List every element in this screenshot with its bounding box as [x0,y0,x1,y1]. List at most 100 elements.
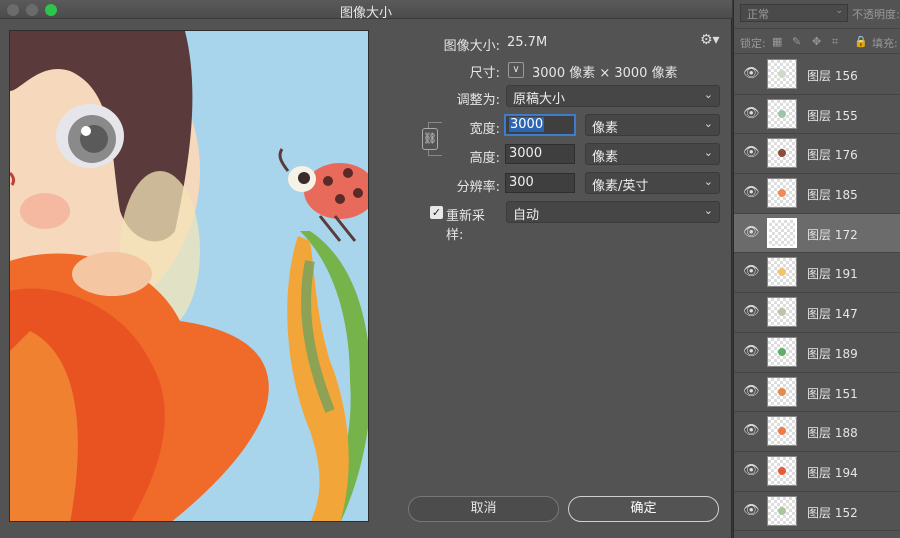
layer-name: 图层 172 [807,227,858,242]
height-unit: 像素 [592,150,619,165]
layer-row[interactable]: 👁 图层 147 [734,293,900,333]
artboard-icon[interactable]: ⌗ [832,35,838,49]
eye-icon[interactable]: 👁 [743,225,760,240]
cancel-button[interactable]: 取消 [408,496,559,522]
layer-row[interactable]: 👁 图层 185 [734,174,900,214]
layer-thumbnail[interactable] [767,297,797,328]
resolution-input[interactable]: 300 [505,173,575,193]
width-unit-select[interactable]: 像素 ⌄ [585,114,720,136]
layer-thumbnail[interactable] [767,257,797,288]
layer-name: 图层 194 [807,465,858,480]
window-title: 图像大小 [339,6,392,21]
resolution-value: 300 [509,175,534,190]
eye-icon[interactable]: 👁 [743,463,760,478]
image-size-dialog: 图像大小 图像大小: 25.7M ⚙▾ 尺寸: ∨ 3000 像素 × 3000… [0,0,732,538]
layer-thumbnail[interactable] [767,336,797,367]
thumbnail-mark [778,149,786,158]
layer-name: 图层 147 [807,307,858,322]
eye-icon[interactable]: 👁 [743,384,760,399]
width-label: 宽度: [469,122,500,137]
layer-row[interactable]: 👁 图层 176 [734,134,900,175]
width-value: 3000 [509,117,545,132]
layers-list: 👁 图层 156 👁 图层 155 👁 图层 176 👁 图层 185 👁 图层 172 👁 图层 1… [734,55,900,532]
layer-row[interactable]: 👁 图层 155 [734,94,900,135]
title-bar: 图像大小 [0,0,732,21]
thumbnail-mark [778,109,786,118]
layer-name: 图层 152 [807,505,858,520]
layer-row[interactable]: 👁 图层 172 [734,213,900,254]
layer-row[interactable]: 👁 图层 152 [734,491,900,532]
resample-checkbox[interactable]: ✓ [430,206,443,219]
thumbnail-mark [778,189,786,198]
fill-label: 填充: [872,37,898,50]
ok-button[interactable]: 确定 [568,496,719,522]
eye-icon[interactable]: 👁 [743,185,760,200]
layer-row[interactable]: 👁 图层 151 [734,372,900,413]
layer-name: 图层 155 [807,108,858,123]
layer-thumbnail[interactable] [767,59,797,89]
layer-row[interactable]: 👁 图层 194 [734,451,900,492]
opacity-label: 不透明度: [852,8,900,21]
layer-thumbnail[interactable] [767,455,797,486]
thumbnail-mark [778,70,786,78]
layer-name: 图层 151 [807,386,858,401]
resolution-label: 分辨率: [456,180,500,195]
layer-name: 图层 176 [807,148,858,163]
layer-row[interactable]: 👁 图层 191 [734,253,900,294]
layer-row[interactable]: 👁 图层 156 [734,55,900,95]
width-input[interactable]: 3000 [505,115,575,135]
thumbnail-mark [778,427,786,436]
layer-thumbnail[interactable] [767,138,797,169]
layer-name: 图层 188 [807,426,858,441]
move-icon[interactable]: ✥ [812,35,821,48]
layer-name: 图层 156 [807,69,858,83]
layer-thumbnail[interactable] [767,98,797,129]
image-size-label: 图像大小: [443,39,500,54]
layers-panel: 正常 ⌄ 不透明度: 锁定: ▦ ✎ ✥ ⌗ 🔒 填充: 👁 图层 156 👁 图层 … [733,0,900,538]
chevron-down-icon: ⌄ [703,204,713,217]
eye-icon[interactable]: 👁 [743,264,760,279]
resample-label: 重新采样: [446,209,486,243]
resolution-unit: 像素/英寸 [592,179,649,194]
layer-thumbnail[interactable] [767,217,797,248]
layer-thumbnail[interactable] [767,178,797,209]
thumbnail-mark [778,347,786,356]
layer-thumbnail[interactable] [767,416,797,447]
eye-icon[interactable]: 👁 [743,66,760,81]
blend-mode-select[interactable]: 正常 ⌄ [740,4,848,22]
gear-icon[interactable]: ⚙▾ [700,32,720,48]
fit-to-value: 原稿大小 [513,92,566,107]
image-size-value: 25.7M [507,35,548,50]
brush-icon[interactable]: ✎ [792,35,801,48]
dimensions-dropdown[interactable]: ∨ [508,62,524,78]
eye-icon[interactable]: 👁 [743,503,760,518]
image-preview[interactable] [9,30,369,522]
fit-to-select[interactable]: 原稿大小 ⌄ [506,85,720,107]
resolution-unit-select[interactable]: 像素/英寸 ⌄ [585,172,720,194]
blend-mode-value: 正常 [747,8,769,21]
lock-transparent-icon[interactable]: ▦ [772,35,782,48]
chevron-down-icon: ⌄ [703,117,713,130]
eye-icon[interactable]: 👁 [743,145,760,160]
eye-icon[interactable]: 👁 [743,423,760,438]
chevron-down-icon: ⌄ [835,6,843,16]
layer-row[interactable]: 👁 图层 188 [734,412,900,452]
height-input[interactable]: 3000 [505,144,575,164]
layer-row[interactable]: 👁 图层 189 [734,332,900,373]
resample-select[interactable]: 自动 ⌄ [506,201,720,223]
eye-icon[interactable]: 👁 [743,344,760,359]
layer-thumbnail[interactable] [767,495,797,526]
chevron-down-icon: ⌄ [703,88,713,101]
resample-value: 自动 [513,208,540,223]
layer-thumbnail[interactable] [767,376,797,407]
lock-label: 锁定: [740,37,766,50]
layer-name: 图层 189 [807,346,858,361]
layer-name: 图层 191 [807,267,858,282]
eye-icon[interactable]: 👁 [743,304,760,319]
eye-icon[interactable]: 👁 [743,106,760,121]
lock-icon[interactable]: 🔒 [854,35,868,48]
height-unit-select[interactable]: 像素 ⌄ [585,143,720,165]
chevron-down-icon: ⌄ [703,175,713,188]
layers-topbar: 正常 ⌄ 不透明度: [734,0,900,28]
height-label: 高度: [469,151,500,166]
